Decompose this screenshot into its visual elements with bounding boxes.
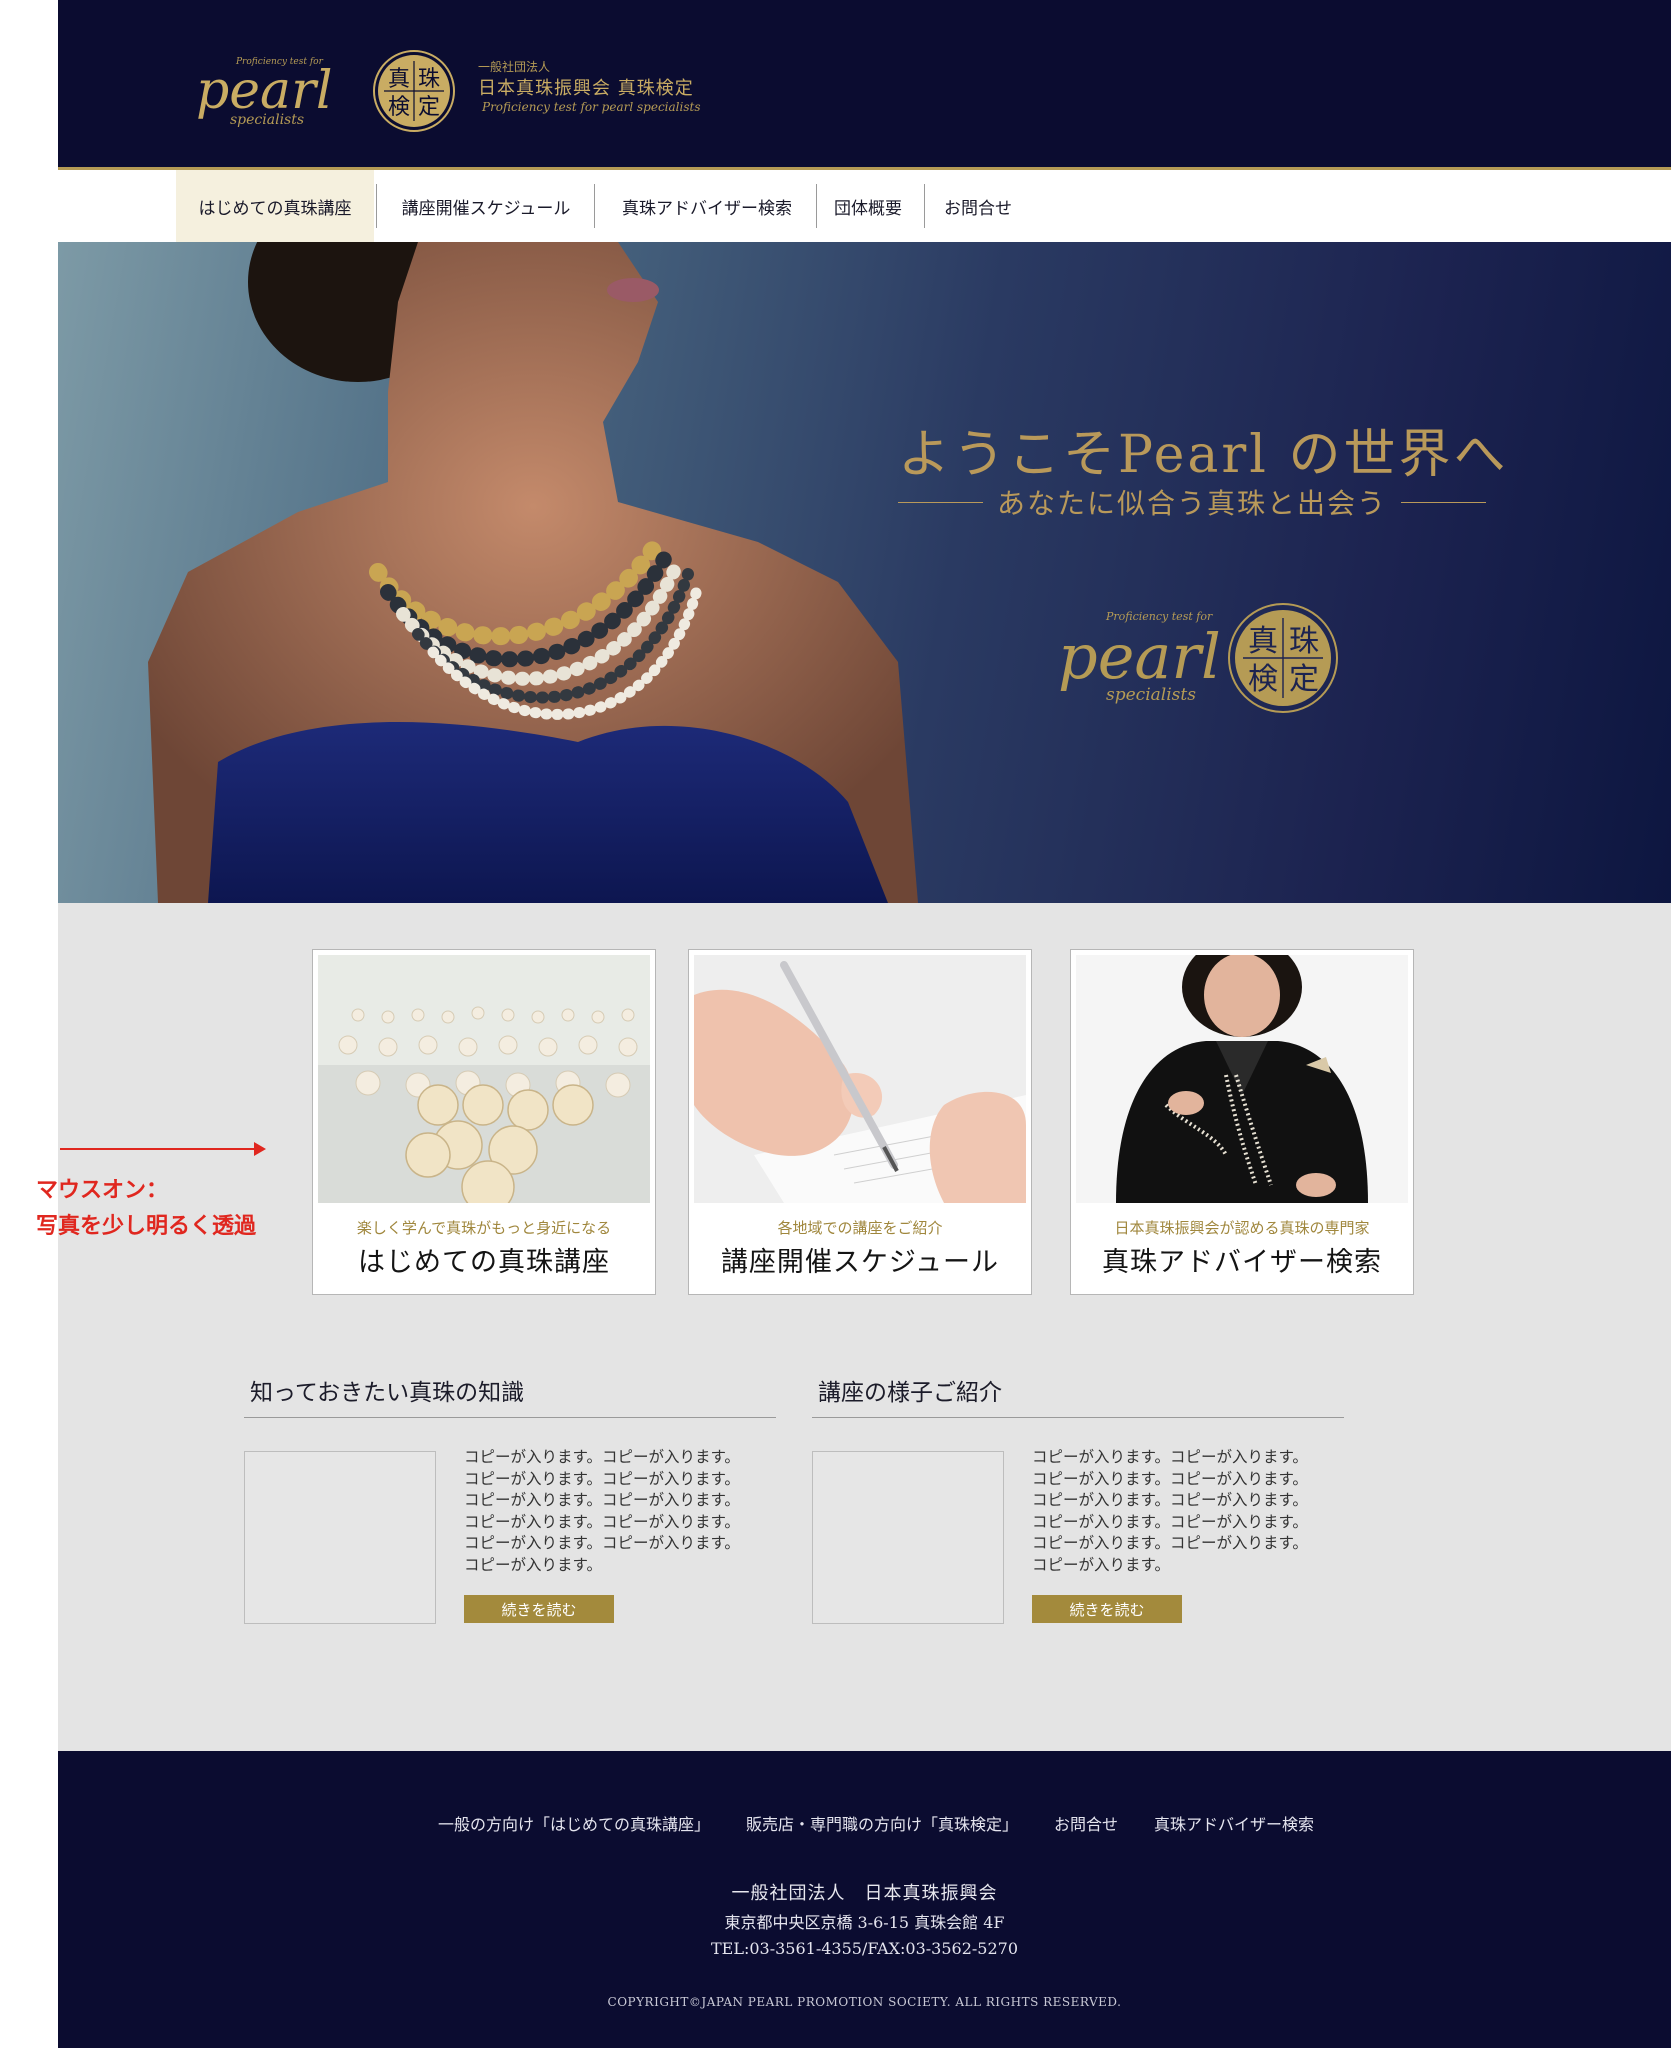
- seal-char-4: 定: [1289, 662, 1319, 697]
- card-title: 真珠アドバイザー検索: [1102, 1247, 1382, 1278]
- feature-card-advisor-search[interactable]: 日本真珠振興会が認める真珠の専門家 真珠アドバイザー検索: [1070, 949, 1414, 1295]
- nav-item-label: 団体概要: [834, 198, 902, 219]
- card-caption: 日本真珠振興会が認める真珠の専門家: [1114, 1219, 1370, 1237]
- annotation-line-1: マウスオン：: [36, 1178, 169, 1203]
- annotation-arrow: [60, 1148, 260, 1150]
- nav-item-schedule[interactable]: 講座開催スケジュール: [378, 170, 594, 242]
- logo-script-sub: specialists: [230, 112, 304, 128]
- main-nav: はじめての真珠講座 講座開催スケジュール 真珠アドバイザー検索 団体概要 お問合…: [58, 170, 1671, 242]
- org-title: 日本真珠振興会 真珠検定: [478, 78, 694, 99]
- nav-item-label: 講座開催スケジュール: [401, 198, 571, 219]
- page: Proficiency test for pearl specialists 真…: [36, 0, 1671, 2048]
- news-body: コピーが入ります。コピーが入ります。 コピーが入ります。コピーが入ります。 コピ…: [464, 1447, 784, 1576]
- hero-subtitle-row: あなたに似合う真珠と出会う: [898, 482, 1487, 522]
- footer-nav: 一般の方向け「はじめての真珠講座」 販売店・専門職の方向け「真珠検定」 お問合せ…: [438, 1811, 1314, 1835]
- nav-item-label: 真珠アドバイザー検索: [622, 198, 792, 219]
- site-header: Proficiency test for pearl specialists 真…: [58, 0, 1671, 167]
- pearl-logo-mark: Proficiency test for pearl specialists 真…: [196, 50, 455, 132]
- footer-link-intro-course[interactable]: 一般の方向け「はじめての真珠講座」: [438, 1811, 710, 1835]
- footer-address: 東京都中央区京橋 3-6-15 真珠会館 4F: [724, 1913, 1005, 1932]
- card-caption: 各地域での講座をご紹介: [777, 1219, 943, 1237]
- logo-script-sub: specialists: [1106, 685, 1196, 705]
- card-title: はじめての真珠講座: [358, 1247, 610, 1278]
- news-body-line: コピーが入ります。コピーが入ります。: [464, 1491, 740, 1509]
- news-block-course-report: 講座の様子ご紹介 コピーが入ります。コピーが入ります。 コピーが入ります。コピー…: [812, 1373, 1344, 1624]
- pearls-photo: [318, 955, 650, 1203]
- nav-item-label: はじめての真珠講座: [198, 198, 352, 219]
- news-body-line: コピーが入ります。: [1032, 1555, 1170, 1574]
- nav-item-intro-course[interactable]: はじめての真珠講座: [176, 170, 374, 242]
- pearl-logo-mark: Proficiency test for pearl specialists 真…: [1058, 603, 1338, 713]
- news-body-line: コピーが入ります。コピーが入ります。: [1032, 1448, 1308, 1466]
- hero-title: ようこそPearl の世界へ: [898, 425, 1509, 485]
- nav-divider: [924, 184, 925, 228]
- news-thumbnail[interactable]: [244, 1451, 436, 1624]
- site-logo[interactable]: Proficiency test for pearl specialists 真…: [196, 46, 456, 136]
- card-title: 講座開催スケジュール: [720, 1247, 1000, 1278]
- hero-banner: ようこそPearl の世界へ あなたに似合う真珠と出会う Proficiency…: [58, 242, 1671, 903]
- footer-link-advisor-search[interactable]: 真珠アドバイザー検索: [1154, 1811, 1314, 1835]
- news-block-pearl-knowledge: 知っておきたい真珠の知識 コピーが入ります。コピーが入ります。 コピーが入ります…: [244, 1373, 776, 1624]
- news-body-line: コピーが入ります。コピーが入ります。: [464, 1469, 740, 1488]
- seal-char-4: 定: [418, 95, 440, 120]
- news-body-line: コピーが入ります。コピーが入ります。: [464, 1448, 740, 1466]
- read-more-button[interactable]: 続きを読む: [1032, 1595, 1182, 1623]
- content-section: マウスオン： 写真を少し明るく透過 楽しく学んで真珠がもっと身近になる はじめて…: [36, 903, 1671, 1751]
- read-more-button[interactable]: 続きを読む: [464, 1595, 614, 1623]
- hero-logo: Proficiency test for pearl specialists 真…: [1058, 598, 1338, 720]
- news-body-line: コピーが入ります。コピーが入ります。: [464, 1512, 740, 1531]
- seal-char-2: 珠: [418, 67, 440, 92]
- nav-item-advisor-search[interactable]: 真珠アドバイザー検索: [596, 170, 818, 242]
- news-body-line: コピーが入ります。コピーが入ります。: [1032, 1534, 1308, 1552]
- nav-item-about[interactable]: 団体概要: [818, 170, 918, 242]
- site-footer: 一般の方向け「はじめての真珠講座」 販売店・専門職の方向け「真珠検定」 お問合せ…: [58, 1751, 1671, 2048]
- news-body-line: コピーが入ります。コピーが入ります。: [1032, 1491, 1308, 1509]
- org-type: 一般社団法人: [478, 60, 551, 74]
- seal-char-1: 真: [388, 67, 410, 92]
- news-body-line: コピーが入ります。コピーが入ります。: [1032, 1512, 1308, 1531]
- news-body-line: コピーが入ります。コピーが入ります。: [464, 1534, 740, 1552]
- writing-photo: [694, 955, 1026, 1203]
- news-body: コピーが入ります。コピーが入ります。 コピーが入ります。コピーが入ります。 コピ…: [1032, 1447, 1352, 1576]
- annotation-arrowhead: [254, 1142, 266, 1156]
- seal-char-3: 検: [388, 95, 410, 120]
- hero-model-photo: [148, 242, 918, 903]
- news-heading: 講座の様子ご紹介: [812, 1373, 1344, 1418]
- news-body-line: コピーが入ります。コピーが入ります。: [1032, 1469, 1308, 1488]
- nav-divider: [376, 184, 377, 228]
- hero-subtitle: あなたに似合う真珠と出会う: [997, 487, 1388, 520]
- card-caption: 楽しく学んで真珠がもっと身近になる: [356, 1219, 612, 1237]
- news-heading: 知っておきたい真珠の知識: [244, 1373, 776, 1418]
- footer-link-contact[interactable]: お問合せ: [1054, 1811, 1118, 1835]
- annotation-line-2: 写真を少し明るく透過: [36, 1214, 257, 1239]
- nav-item-contact[interactable]: お問合せ: [926, 170, 1030, 242]
- org-subtitle: Proficiency test for pearl specialists: [482, 100, 701, 114]
- nav-divider: [816, 184, 817, 228]
- hero-subtitle-rule-left: [898, 501, 983, 503]
- footer-link-certification[interactable]: 販売店・専門職の方向け「真珠検定」: [746, 1811, 1018, 1835]
- seal-char-1: 真: [1248, 624, 1278, 659]
- seal-char-2: 珠: [1289, 624, 1319, 659]
- nav-divider: [594, 184, 595, 228]
- seal-char-3: 検: [1248, 662, 1278, 697]
- annotation-note: マウスオン： 写真を少し明るく透過: [36, 1173, 256, 1245]
- logo-script-word: pearl: [1058, 620, 1221, 693]
- news-thumbnail[interactable]: [812, 1451, 1004, 1624]
- feature-card-intro-course[interactable]: 楽しく学んで真珠がもっと身近になる はじめての真珠講座: [312, 949, 656, 1295]
- hero-subtitle-rule-right: [1401, 501, 1487, 503]
- news-body-line: コピーが入ります。: [464, 1555, 602, 1574]
- nav-item-label: お問合せ: [944, 198, 1012, 219]
- footer-phone: TEL:03-3561-4355/FAX:03-3562-5270: [710, 1939, 1019, 1958]
- footer-copyright: COPYRIGHT©JAPAN PEARL PROMOTION SOCIETY.…: [607, 1995, 1122, 2009]
- advisor-photo: [1076, 955, 1408, 1203]
- footer-org-name: 一般社団法人 日本真珠振興会: [731, 1883, 998, 1904]
- feature-card-schedule[interactable]: 各地域での講座をご紹介 講座開催スケジュール: [688, 949, 1032, 1295]
